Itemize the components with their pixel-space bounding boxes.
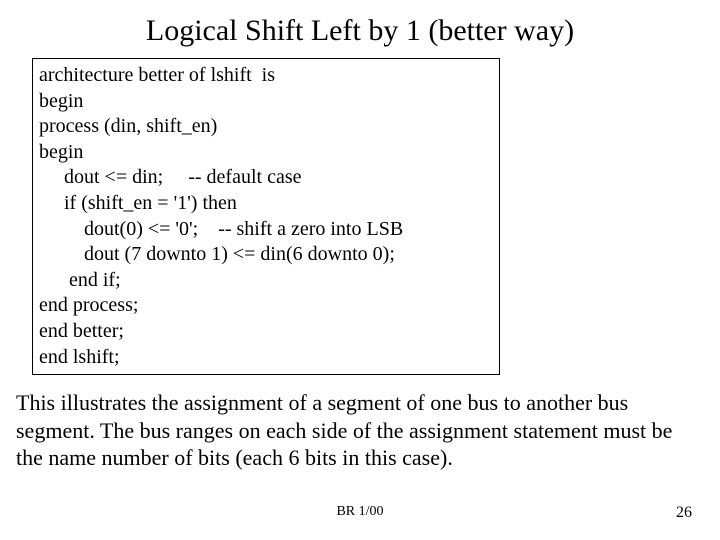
code-line: end better; (39, 319, 493, 345)
code-line: end process; (39, 293, 493, 319)
code-line: architecture better of lshift is (39, 63, 493, 89)
body-paragraph: This illustrates the assignment of a seg… (0, 375, 720, 472)
code-line: process (din, shift_en) (39, 114, 493, 140)
code-line: end lshift; (39, 345, 493, 371)
code-block: architecture better of lshift is begin p… (32, 58, 500, 375)
code-line: begin (39, 89, 493, 115)
code-line: dout(0) <= '0'; -- shift a zero into LSB (39, 217, 493, 243)
code-line: if (shift_en = '1') then (39, 191, 493, 217)
code-line: dout (7 downto 1) <= din(6 downto 0); (39, 242, 493, 268)
code-line: dout <= din; -- default case (39, 165, 493, 191)
code-line: begin (39, 140, 493, 166)
footer: BR 1/00 26 (0, 504, 720, 524)
page-title: Logical Shift Left by 1 (better way) (0, 0, 720, 58)
footer-note: BR 1/00 (0, 504, 720, 520)
code-line: end if; (39, 268, 493, 294)
page-number: 26 (676, 504, 692, 522)
